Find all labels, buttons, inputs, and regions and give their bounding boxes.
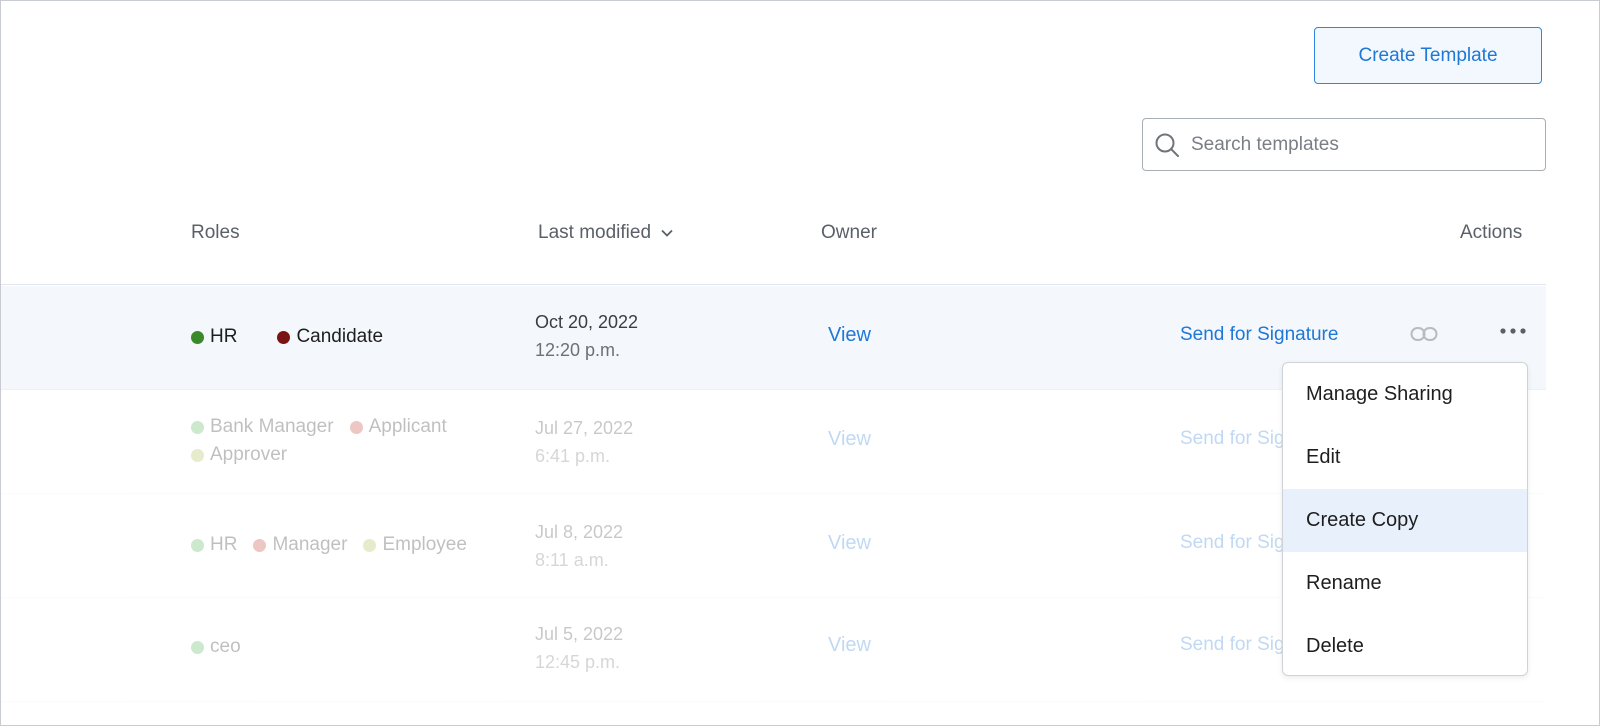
role-tag: Bank Manager: [191, 416, 334, 438]
role-color-dot: [191, 420, 204, 434]
owner-view-link[interactable]: View: [828, 324, 871, 347]
search-box[interactable]: [1142, 118, 1546, 171]
role-tag: Employee: [363, 534, 467, 556]
role-list: Bank Manager Applicant Approver: [191, 416, 491, 466]
role-label: Manager: [272, 534, 348, 555]
role-label: Employee: [382, 534, 467, 555]
role-color-dot: [363, 538, 377, 552]
create-template-button[interactable]: Create Template: [1314, 27, 1542, 84]
send-for-signature-link[interactable]: Send for Signature: [1180, 324, 1338, 346]
last-modified-cell: Jul 5, 2022 12:45 p.m.: [535, 620, 623, 676]
link-icon[interactable]: [1409, 324, 1439, 344]
menu-item-edit[interactable]: Edit: [1283, 426, 1527, 489]
modified-time: 12:20 p.m.: [535, 340, 621, 360]
column-header-last-modified-label: Last modified: [538, 222, 652, 243]
modified-time: 12:45 p.m.: [535, 652, 621, 672]
role-color-dot: [191, 538, 204, 552]
header-divider: [1, 284, 1546, 285]
role-tag: Approver: [191, 444, 287, 466]
owner-view-link[interactable]: View: [828, 532, 871, 555]
actions-dropdown-menu: Manage Sharing Edit Create Copy Rename D…: [1282, 362, 1528, 676]
last-modified-cell: Jul 8, 2022 8:11 a.m.: [535, 518, 623, 574]
role-tag: ceo: [191, 636, 241, 658]
modified-date: Jul 5, 2022: [535, 624, 624, 644]
role-color-dot: [253, 538, 267, 552]
column-header-last-modified[interactable]: Last modified: [538, 222, 673, 244]
role-label: ceo: [210, 636, 241, 657]
role-tag: Manager: [253, 534, 347, 556]
menu-item-create-copy[interactable]: Create Copy: [1283, 489, 1527, 552]
role-list: ceo: [191, 636, 491, 658]
chevron-down-icon: [661, 229, 673, 237]
column-header-owner: Owner: [821, 222, 877, 243]
role-color-dot: [191, 640, 204, 654]
owner-view-link[interactable]: View: [828, 634, 871, 657]
role-tag: Candidate: [277, 326, 383, 348]
column-header-roles: Roles: [191, 222, 240, 243]
role-tag: HR: [191, 534, 237, 556]
menu-item-manage-sharing[interactable]: Manage Sharing: [1283, 363, 1527, 426]
role-color-dot: [191, 448, 204, 462]
role-color-dot: [349, 420, 363, 434]
role-list: HR Manager Employee: [191, 534, 521, 556]
more-options-icon[interactable]: [1498, 324, 1528, 338]
role-tag: Applicant: [349, 416, 447, 438]
role-label: HR: [210, 534, 238, 555]
role-color-dot: [191, 330, 204, 344]
owner-view-link[interactable]: View: [828, 428, 871, 451]
menu-item-rename[interactable]: Rename: [1283, 552, 1527, 615]
role-color-dot: [277, 330, 291, 344]
last-modified-cell: Oct 20, 2022 12:20 p.m.: [535, 308, 638, 364]
role-label: Applicant: [368, 416, 447, 437]
modified-time: 6:41 p.m.: [535, 446, 611, 466]
role-label: Candidate: [296, 326, 384, 347]
role-label: Bank Manager: [210, 416, 334, 437]
modified-date: Jul 8, 2022: [535, 522, 624, 542]
search-input[interactable]: [1189, 132, 1533, 157]
role-label: Approver: [210, 444, 288, 465]
column-header-actions: Actions: [1460, 222, 1523, 243]
modified-date: Jul 27, 2022: [535, 418, 634, 438]
menu-item-delete[interactable]: Delete: [1283, 615, 1527, 675]
role-tag: HR: [191, 326, 237, 348]
last-modified-cell: Jul 27, 2022 6:41 p.m.: [535, 414, 633, 470]
search-icon: [1153, 131, 1181, 159]
role-list: HR Candidate: [191, 326, 491, 348]
modified-time: 8:11 a.m.: [535, 550, 609, 570]
role-label: HR: [210, 326, 238, 347]
templates-page: Create Template Roles Last modified Owne…: [0, 0, 1600, 726]
modified-date: Oct 20, 2022: [535, 312, 639, 332]
